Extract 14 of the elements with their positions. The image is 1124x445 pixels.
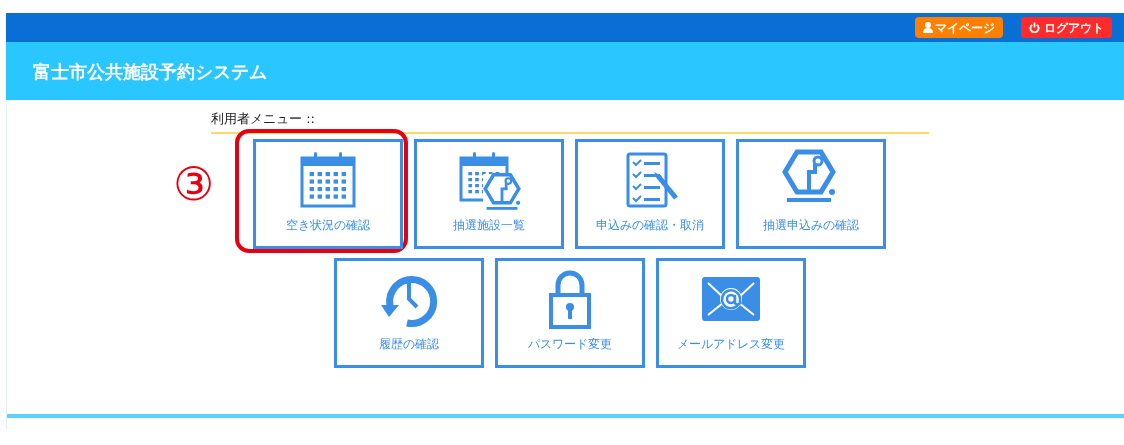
menu-tile[interactable]: 履歴の確認	[333, 258, 484, 368]
menu-heading: 利用者メニュー ::	[211, 111, 315, 126]
menu-tile[interactable]: 申込みの確認・取消	[575, 139, 725, 249]
menu-tile[interactable]: メールアドレス変更	[655, 258, 806, 368]
site-title: 富士市公共施設予約システム	[33, 59, 267, 84]
logout-button[interactable]: ログアウト	[1021, 17, 1112, 38]
step-number: ③	[173, 161, 214, 207]
my-page-button[interactable]: マイページ	[915, 17, 1003, 38]
person-icon	[923, 22, 933, 33]
menu-tile[interactable]: 空き状況の確認	[253, 139, 403, 249]
menu-tile[interactable]: 抽選申込みの確認	[736, 139, 886, 249]
power-icon	[1029, 22, 1040, 33]
menu-tile[interactable]: パスワード変更	[494, 258, 645, 368]
menu-tile[interactable]: 抽選施設一覧	[414, 139, 564, 249]
